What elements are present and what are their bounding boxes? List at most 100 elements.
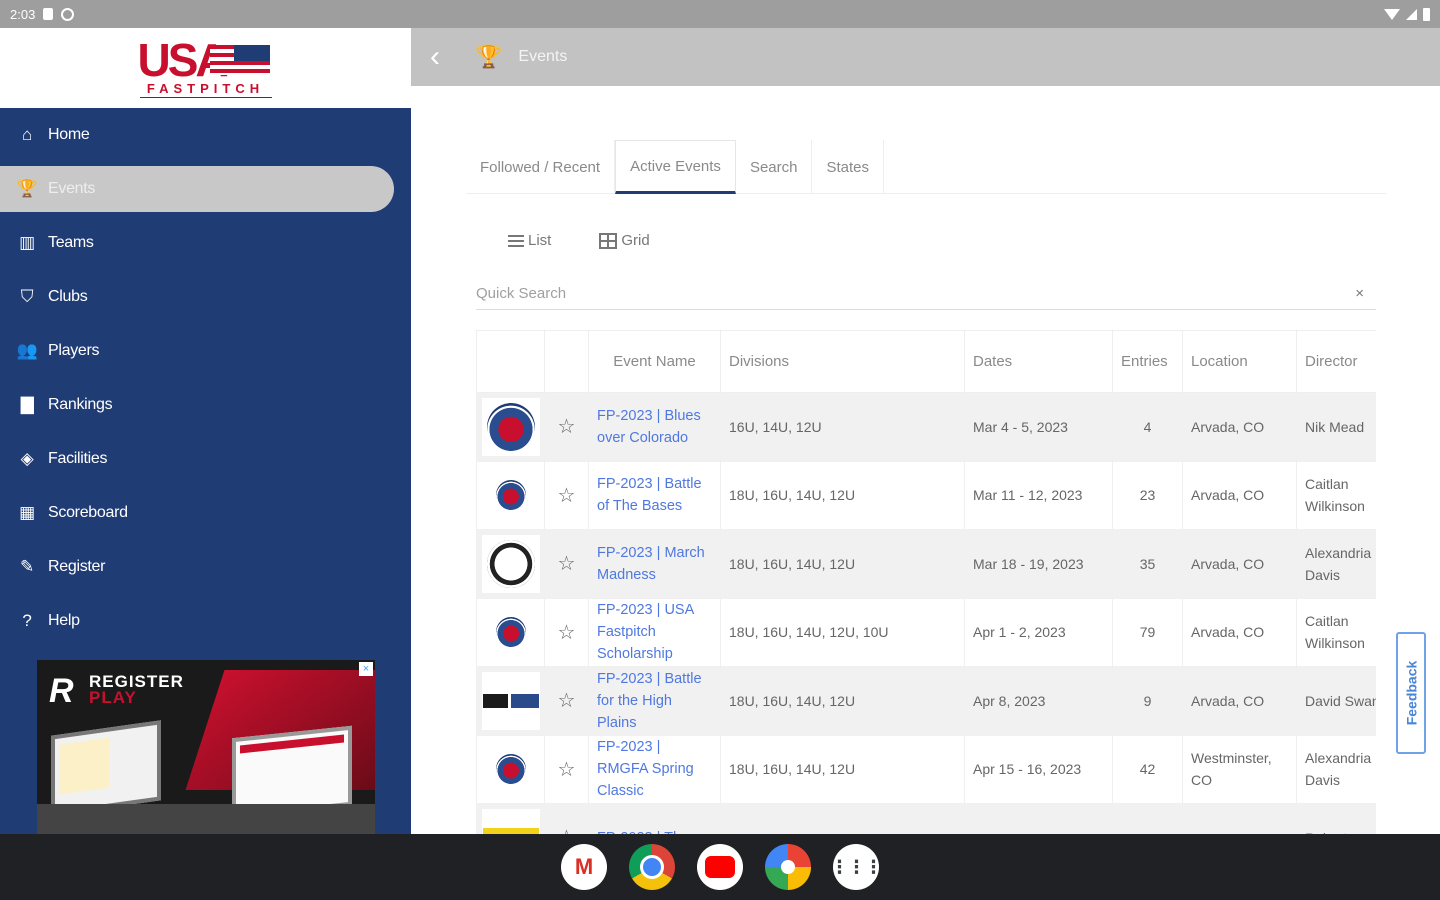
clear-search-icon[interactable]: × — [1355, 285, 1364, 302]
sidebar-item-label: Teams — [48, 234, 94, 251]
sidebar-item-players[interactable]: 👥 Players — [0, 324, 411, 378]
event-name-link[interactable]: FP-2023 | Battle of The Bases — [597, 473, 712, 517]
event-director-cell: Alexandria Davis — [1296, 529, 1376, 599]
event-name-cell: FP-2023 | Battle for the High Plains — [588, 666, 721, 736]
follow-star-icon[interactable]: ☆ — [544, 734, 589, 804]
table-row[interactable]: ☆ FP-2023 | Battle for the High Plains 18U… — [476, 666, 1376, 736]
event-logo — [481, 466, 540, 525]
trophy-icon: 🏆 — [475, 44, 503, 69]
event-director-cell: Alexandria Davis — [1296, 734, 1376, 804]
event-location-cell: Arvada, CO — [1182, 460, 1297, 530]
column-header[interactable]: Location — [1182, 330, 1297, 393]
youtube-app-icon[interactable] — [697, 844, 743, 890]
rankings-icon: ▇ — [20, 395, 34, 414]
ad-subtitle: PLAY — [89, 688, 137, 707]
follow-star-icon[interactable]: ☆ — [544, 597, 589, 667]
back-button[interactable]: ‹ — [417, 40, 453, 74]
sidebar-item-home[interactable]: ⌂ Home — [0, 108, 411, 162]
sidebar-item-rankings[interactable]: ▇ Rankings — [0, 378, 411, 432]
event-name-link[interactable]: FP-2023 | The — [597, 827, 712, 834]
page-title: Events — [518, 48, 568, 65]
event-divisions-cell: 18U, 16U, 14U, 12U, 10U — [720, 597, 965, 667]
table-row[interactable]: ☆ FP-2023 | The Robert — [476, 803, 1376, 834]
column-header[interactable]: Dates — [964, 330, 1113, 393]
sidebar-item-label: Home — [48, 126, 90, 143]
event-entries-cell: 4 — [1112, 392, 1183, 462]
gmail-app-icon[interactable]: M — [561, 844, 607, 890]
app-drawer-icon[interactable]: ⋮⋮⋮ — [831, 844, 883, 890]
tab-followed-recent[interactable]: Followed / Recent — [466, 140, 616, 194]
status-bar: 2:03 — [0, 0, 1440, 28]
sidebar: USA FASTPITCH ⌂ Home 🏆 Events ▥ Teams ⛉ Clubs 👥 P… — [0, 28, 411, 834]
photos-app-icon[interactable] — [765, 844, 811, 890]
column-header[interactable]: Director — [1296, 330, 1376, 393]
sidebar-item-events[interactable]: 🏆 Events — [0, 166, 394, 212]
quick-search-input[interactable] — [476, 285, 1336, 302]
event-logo — [481, 603, 540, 662]
follow-star-icon[interactable]: ☆ — [544, 529, 589, 599]
clock: 2:03 — [10, 6, 36, 22]
column-header[interactable]: Divisions — [720, 330, 965, 393]
ad-floor — [37, 804, 375, 834]
event-dates-cell: Mar 18 - 19, 2023 — [964, 529, 1113, 599]
list-view-button[interactable]: List — [508, 232, 551, 249]
sidebar-item-label: Help — [48, 612, 80, 629]
sidebar-item-clubs[interactable]: ⛉ Clubs — [0, 270, 411, 324]
sidebar-item-teams[interactable]: ▥ Teams — [0, 216, 411, 270]
app-bar: ‹ 🏆 Events — [411, 28, 1440, 86]
view-toggle: List Grid — [508, 232, 650, 249]
table-row[interactable]: ☆ FP-2023 | Battle of The Bases 18U, 16U, … — [476, 460, 1376, 530]
event-logo-image — [486, 539, 535, 588]
sidebar-item-scoreboard[interactable]: ▦ Scoreboard — [0, 486, 411, 540]
event-dates-cell: Mar 11 - 12, 2023 — [964, 460, 1113, 530]
follow-star-icon[interactable]: ☆ — [544, 392, 589, 462]
ad-close-icon[interactable]: × — [359, 662, 373, 676]
event-logo-cell — [476, 734, 545, 804]
event-divisions-cell — [720, 803, 965, 834]
event-logo-image — [495, 480, 526, 511]
grid-view-button[interactable]: Grid — [599, 232, 650, 249]
table-row[interactable]: ☆ FP-2023 | March Madness 18U, 16U, 14U, 1… — [476, 529, 1376, 599]
logo-divider — [139, 97, 272, 98]
sidebar-item-register[interactable]: ✎ Register — [0, 540, 411, 594]
signal-icon — [1406, 8, 1417, 20]
event-name-cell: FP-2023 | The — [588, 803, 721, 834]
event-dates-cell: Apr 1 - 2, 2023 — [964, 597, 1113, 667]
table-row[interactable]: ☆ FP-2023 | Blues over Colorado 16U, 14U, … — [476, 392, 1376, 462]
event-name-link[interactable]: FP-2023 | USA Fastpitch Scholarship — [597, 599, 712, 665]
event-location-cell: Westminster, CO — [1182, 734, 1297, 804]
event-name-link[interactable]: FP-2023 | Blues over Colorado — [597, 405, 712, 449]
notification-icon — [43, 8, 54, 20]
logo-subtext: FASTPITCH — [146, 81, 265, 96]
event-logo-cell — [476, 597, 545, 667]
table-header-row: Event Name Divisions Dates Entries Location D… — [476, 330, 1376, 393]
wifi-icon — [1384, 8, 1400, 20]
table-body: ☆ FP-2023 | Blues over Colorado 16U, 14U, … — [476, 392, 1376, 834]
battery-icon — [1423, 7, 1430, 21]
tab-states[interactable]: States — [812, 140, 884, 194]
logo-area[interactable]: USA FASTPITCH — [0, 28, 411, 108]
column-header[interactable]: Entries — [1112, 330, 1183, 393]
event-logo-cell — [476, 392, 545, 462]
chrome-app-icon[interactable] — [629, 844, 675, 890]
feedback-button[interactable]: Feedback — [1396, 632, 1426, 754]
event-logo-image — [495, 754, 526, 785]
event-name-link[interactable]: FP-2023 | Battle for the High Plains — [597, 668, 712, 734]
scoreboard-icon: ▦ — [19, 503, 35, 522]
tab-search[interactable]: Search — [736, 140, 813, 194]
follow-star-icon[interactable]: ☆ — [544, 460, 589, 530]
sidebar-item-facilities[interactable]: ◈ Facilities — [0, 432, 411, 486]
column-header[interactable]: Event Name — [588, 330, 721, 393]
tab-active-events[interactable]: Active Events — [615, 140, 736, 194]
sidebar-item-help[interactable]: ? Help — [0, 594, 411, 648]
table-row[interactable]: ☆ FP-2023 | RMGFA Spring Classic 18U, 16U,… — [476, 734, 1376, 804]
event-name-link[interactable]: FP-2023 | March Madness — [597, 542, 712, 586]
sidebar-item-label: Events — [48, 180, 96, 197]
event-director-cell: Robert — [1296, 803, 1376, 834]
table-row[interactable]: ☆ FP-2023 | USA Fastpitch Scholarship 18U,… — [476, 597, 1376, 667]
sidebar-item-label: Clubs — [48, 288, 88, 305]
follow-star-icon[interactable]: ☆ — [544, 803, 589, 834]
follow-star-icon[interactable]: ☆ — [544, 666, 589, 736]
event-name-link[interactable]: FP-2023 | RMGFA Spring Classic — [597, 736, 712, 802]
ad-banner[interactable]: R REGISTER PLAY × — [37, 660, 375, 834]
